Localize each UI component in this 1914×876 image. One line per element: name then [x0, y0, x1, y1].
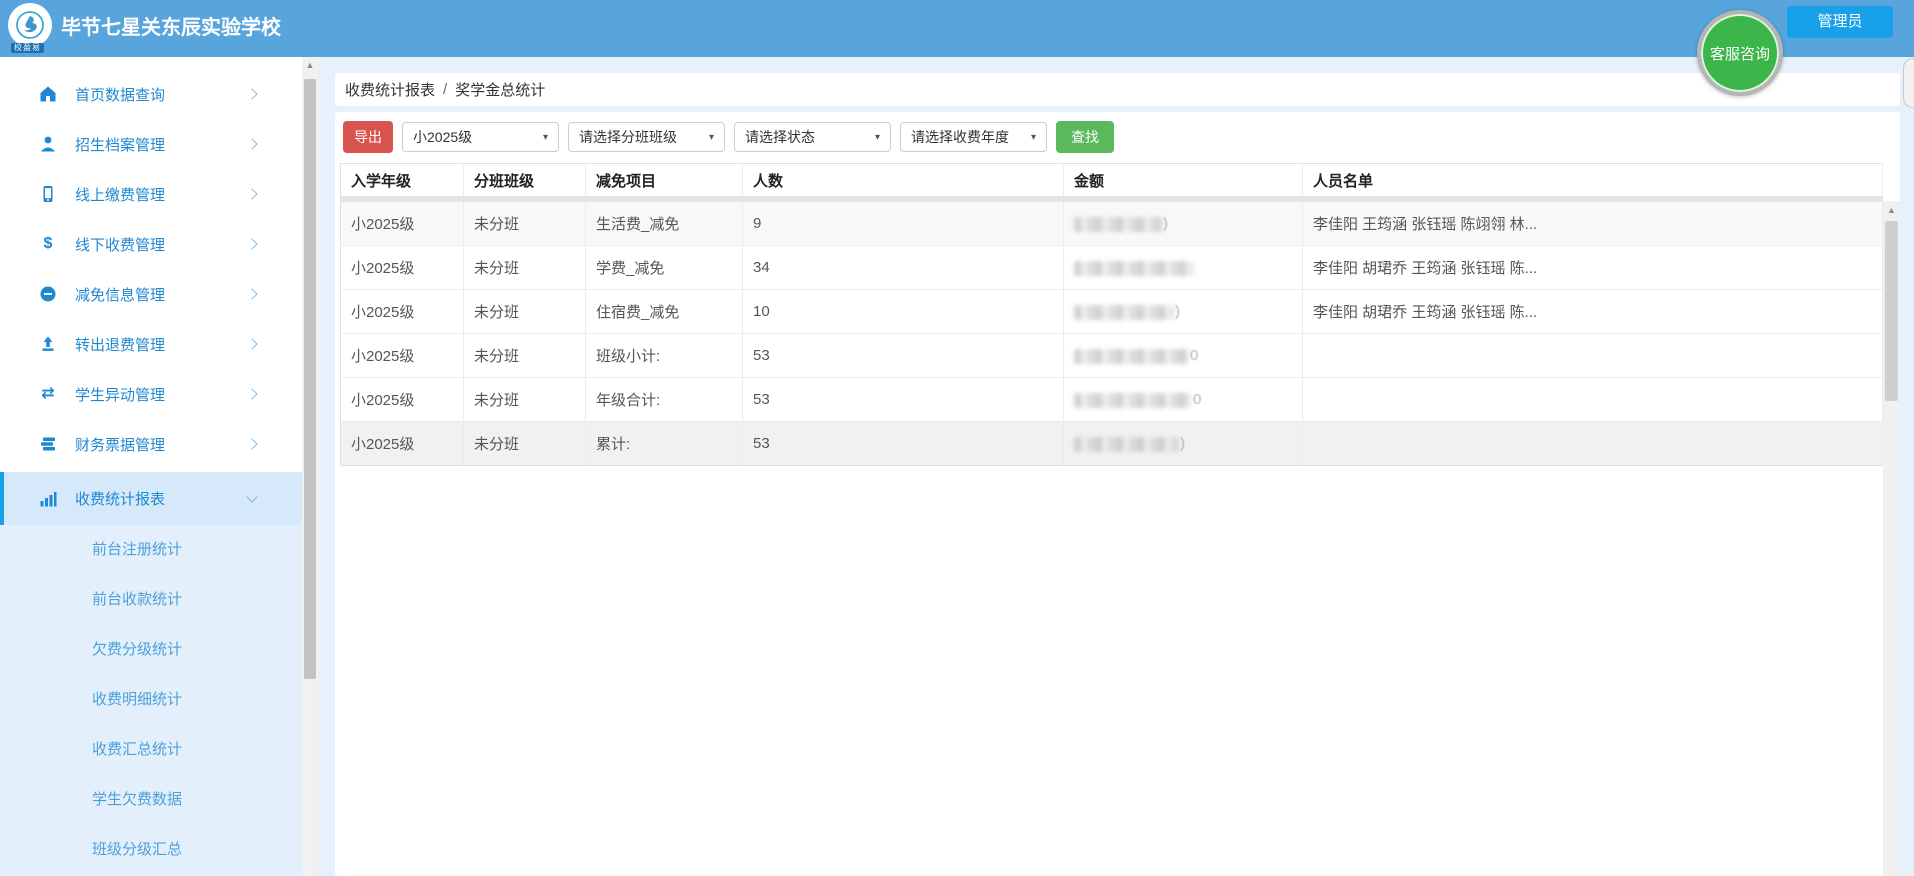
chevron-right-icon: [246, 338, 257, 349]
clipped-side-widget[interactable]: [1903, 58, 1914, 108]
sidebar-subitem-fee-detail[interactable]: 收费明细统计: [0, 675, 302, 725]
dollar-icon: $: [38, 234, 58, 254]
redacted-amount: [1074, 393, 1192, 408]
chevron-right-icon: [246, 88, 257, 99]
sidebar-item-fee-reports[interactable]: 收费统计报表: [0, 472, 306, 525]
user-icon: [38, 134, 58, 154]
chevron-right-icon: [246, 238, 257, 249]
breadcrumb: 收费统计报表 / 奖学金总统计: [335, 73, 1900, 106]
mobile-icon: [38, 184, 58, 204]
breadcrumb-current: 奖学金总统计: [455, 79, 545, 100]
sidebar-nav: 首页数据查询 招生档案管理 线上缴费管理 $ 线下收费管理 减免信息管理: [0, 57, 302, 876]
sidebar-subitem-class-grading-summary[interactable]: 班级分级汇总: [0, 825, 302, 875]
table-row: 小2025级 未分班 年级合计: 53 0: [341, 378, 1883, 422]
top-bar: 校盈易 毕节七星关东辰实验学校 管理员: [0, 0, 1914, 57]
col-header-names: 人员名单: [1303, 164, 1883, 200]
table-row: 小2025级 未分班 生活费_减免 9 ) 李佳阳 王筠涵 张钰瑶 陈翊翎 林.…: [341, 199, 1883, 246]
school-name: 毕节七星关东辰实验学校: [61, 0, 281, 57]
sidebar-item-transfer-refund[interactable]: 转出退费管理: [0, 319, 302, 369]
search-button[interactable]: 查找: [1056, 121, 1114, 153]
redacted-amount: [1074, 437, 1179, 452]
app-window: 校盈易 毕节七星关东辰实验学校 管理员 客服咨询 首页数据查询 招生档案管理 线…: [0, 0, 1914, 876]
redacted-amount: [1074, 217, 1162, 232]
redacted-amount: [1074, 349, 1189, 364]
caret-down-icon: ▾: [709, 132, 714, 143]
minus-circle-icon: [38, 284, 58, 304]
table-row: 小2025级 未分班 学费_减免 34 李佳阳 胡珺乔 王筠涵 张钰瑶 陈...: [341, 246, 1883, 290]
transfer-icon: ⇄: [38, 384, 58, 404]
col-header-grade: 入学年级: [341, 164, 464, 200]
table-scrollbar[interactable]: ▲: [1883, 201, 1900, 876]
filter-toolbar: 导出 小2025级 ▾ 请选择分班班级 ▾ 请选择状态 ▾ 请选择收费年度 ▾ …: [343, 121, 1114, 153]
scroll-up-arrow-icon[interactable]: ▲: [302, 60, 318, 70]
table-header-row: 入学年级 分班班级 减免项目 人数 金额 人员名单: [341, 164, 1883, 200]
table-scrollbar-thumb[interactable]: [1885, 221, 1898, 401]
chevron-down-icon: [246, 491, 257, 502]
redacted-amount: [1074, 305, 1174, 320]
breadcrumb-separator: /: [443, 81, 447, 98]
sidebar-item-home-data[interactable]: 首页数据查询: [0, 69, 302, 119]
fee-year-select[interactable]: 请选择收费年度 ▾: [900, 122, 1047, 152]
scroll-up-arrow-icon[interactable]: ▲: [1883, 205, 1900, 215]
export-button[interactable]: 导出: [343, 121, 393, 153]
bird-logo-icon: [15, 10, 45, 40]
sidebar-item-offline-fees[interactable]: $ 线下收费管理: [0, 219, 302, 269]
bar-chart-icon: [38, 489, 58, 509]
sidebar-subitem-fee-summary[interactable]: 收费汇总统计: [0, 725, 302, 775]
breadcrumb-parent[interactable]: 收费统计报表: [345, 79, 435, 100]
sidebar-item-reduction-info[interactable]: 减免信息管理: [0, 269, 302, 319]
scholarship-summary-table: 入学年级 分班班级 减免项目 人数 金额 人员名单 小2025级 未分班 生活费…: [340, 163, 1883, 466]
col-header-item: 减免项目: [586, 164, 743, 200]
table-row: 小2025级 未分班 累计: 53 ): [341, 422, 1883, 466]
sidebar-scrollbar[interactable]: ▲: [302, 57, 318, 876]
sidebar-item-admissions[interactable]: 招生档案管理: [0, 119, 302, 169]
sidebar-scrollbar-thumb[interactable]: [304, 79, 316, 679]
chevron-right-icon: [246, 188, 257, 199]
table-row: 小2025级 未分班 班级小计: 53 0: [341, 334, 1883, 378]
chevron-right-icon: [246, 438, 257, 449]
support-button[interactable]: 客服咨询: [1697, 10, 1783, 96]
sidebar-item-online-payment[interactable]: 线上缴费管理: [0, 169, 302, 219]
col-header-amount: 金额: [1064, 164, 1303, 200]
grade-select[interactable]: 小2025级 ▾: [402, 122, 559, 152]
caret-down-icon: ▾: [875, 132, 880, 143]
sidebar-subitem-frontdesk-collection[interactable]: 前台收款统计: [0, 575, 302, 625]
sidebar-subitem-student-arrears[interactable]: 学生欠费数据: [0, 775, 302, 825]
col-header-count: 人数: [743, 164, 1064, 200]
col-header-class: 分班班级: [464, 164, 586, 200]
logo-brand-text: 校盈易: [11, 43, 44, 53]
chevron-right-icon: [246, 288, 257, 299]
invoice-stack-icon: [38, 434, 58, 454]
upload-icon: [38, 334, 58, 354]
admin-button[interactable]: 管理员: [1787, 6, 1893, 38]
sidebar-subitem-arrears-grading[interactable]: 欠费分级统计: [0, 625, 302, 675]
chevron-right-icon: [246, 388, 257, 399]
home-icon: [38, 84, 58, 104]
class-select[interactable]: 请选择分班班级 ▾: [568, 122, 725, 152]
sidebar-subitem-frontdesk-registration[interactable]: 前台注册统计: [0, 525, 302, 575]
sidebar-item-finance-invoices[interactable]: 财务票据管理: [0, 419, 302, 469]
caret-down-icon: ▾: [543, 132, 548, 143]
status-select[interactable]: 请选择状态 ▾: [734, 122, 891, 152]
table-row: 小2025级 未分班 住宿费_减免 10 ) 李佳阳 胡珺乔 王筠涵 张钰瑶 陈…: [341, 290, 1883, 334]
redacted-amount: [1074, 261, 1194, 276]
content-panel: 导出 小2025级 ▾ 请选择分班班级 ▾ 请选择状态 ▾ 请选择收费年度 ▾ …: [335, 112, 1900, 876]
chevron-right-icon: [246, 138, 257, 149]
school-logo: [8, 3, 52, 47]
caret-down-icon: ▾: [1031, 132, 1036, 143]
sidebar-item-student-movement[interactable]: ⇄ 学生异动管理: [0, 369, 302, 419]
